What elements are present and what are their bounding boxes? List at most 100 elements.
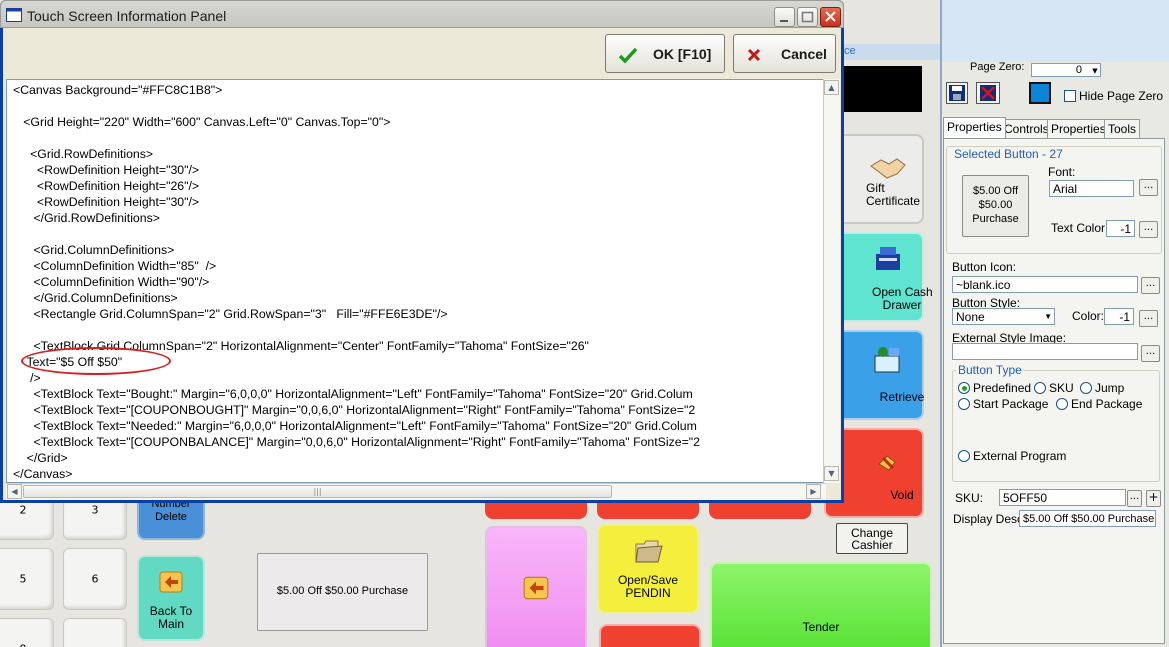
save-icon[interactable]	[946, 82, 968, 104]
ce-fragment: ce	[844, 45, 856, 57]
text-color-browse-button[interactable]: ...	[1139, 221, 1158, 238]
tab-controls[interactable]: Controls	[1000, 119, 1053, 138]
pink-back-button[interactable]	[485, 526, 587, 647]
radio-dot	[958, 398, 970, 410]
horizontal-scroll-thumb[interactable]: |||	[23, 485, 612, 498]
keypad-key-9[interactable]	[63, 618, 127, 647]
cash-register-icon	[876, 247, 900, 270]
scroll-left-arrow-icon[interactable]: ◀	[7, 484, 22, 499]
tab-label: Tools	[1108, 122, 1137, 136]
cancel-button[interactable]: Cancel	[733, 34, 836, 73]
tab-label: Controls	[1004, 122, 1049, 136]
tab-properties[interactable]: Properties	[943, 117, 1006, 138]
hide-page-zero-checkbox[interactable]: Hide Page Zero	[1064, 89, 1163, 103]
close-button[interactable]	[820, 7, 841, 27]
sku-browse-button[interactable]: ...	[1127, 490, 1142, 507]
sku-add-button[interactable]: +	[1146, 490, 1161, 507]
folder-icon	[635, 540, 663, 563]
type-jump-radio[interactable]: Jump	[1080, 381, 1124, 395]
scroll-down-arrow-icon[interactable]: ▼	[824, 466, 839, 481]
keypad-key-5[interactable]: 5	[0, 548, 54, 610]
radio-label: Predefined	[973, 381, 1032, 395]
external-style-field[interactable]	[952, 343, 1138, 360]
coupon-preview-button[interactable]: $5.00 Off $50.00 Purchase	[257, 553, 428, 631]
tender-button[interactable]: Tender	[710, 562, 932, 647]
plus-icon: +	[1148, 490, 1159, 504]
button-icon-browse-button[interactable]: ...	[1141, 277, 1160, 294]
open-save-label: Open/Save PENDIN	[617, 573, 679, 600]
sku-label: SKU:	[955, 491, 984, 505]
external-style-browse-button[interactable]: ...	[1141, 345, 1160, 362]
radio-dot	[1034, 382, 1046, 394]
retrieve-label: Retrieve	[879, 390, 925, 404]
selected-button-preview[interactable]: $5.00 Off $50.00 Purchase	[962, 175, 1029, 237]
horizontal-scrollbar[interactable]: ◀ ||| ▶	[6, 483, 826, 500]
red-tile-bottom[interactable]	[599, 624, 701, 647]
xml-line: </Grid.RowDefinitions>	[13, 211, 160, 225]
type-end-package-radio[interactable]: End Package	[1056, 397, 1142, 411]
font-browse-button[interactable]: ...	[1139, 179, 1158, 196]
scroll-right-arrow-icon[interactable]: ▶	[806, 484, 821, 499]
open-save-pending-button[interactable]: Open/Save PENDIN	[597, 524, 699, 614]
xml-line: <RowDefinition Height="30"/>	[13, 163, 200, 177]
key-label: 8	[0, 643, 53, 647]
coupon-preview-label: $5.00 Off $50.00 Purchase	[276, 585, 409, 597]
dialog-title-bar[interactable]: Touch Screen Information Panel	[0, 0, 844, 28]
back-to-main-button[interactable]: Back To Main	[137, 555, 205, 641]
chevron-down-icon[interactable]: ▼	[1044, 310, 1052, 324]
chevron-down-icon[interactable]: ▼	[1090, 66, 1100, 76]
sku-value: 5OFF50	[1003, 491, 1048, 505]
selected-button-preview-text: $5.00 Off $50.00 Purchase	[972, 185, 1019, 225]
back-to-main-label: Back To Main	[149, 604, 193, 631]
xml-line: </Grid.ColumnDefinitions>	[13, 291, 178, 305]
ok-button[interactable]: OK [F10]	[605, 34, 725, 73]
xml-line: <Grid.ColumnDefinitions>	[13, 243, 175, 257]
vertical-scrollbar[interactable]: ▲ ▼	[823, 79, 840, 483]
xml-line: </Canvas>	[13, 467, 73, 481]
type-start-package-radio[interactable]: Start Package	[958, 397, 1048, 411]
radio-label: Start Package	[973, 397, 1049, 411]
type-sku-radio[interactable]: SKU	[1034, 381, 1074, 395]
button-icon-field[interactable]: ~blank.ico	[952, 276, 1138, 293]
maximize-button[interactable]	[797, 7, 818, 27]
color-browse-button[interactable]: ...	[1139, 310, 1158, 327]
checkmark-icon	[618, 47, 638, 64]
change-cashier-button[interactable]: Change Cashier	[836, 523, 908, 554]
color-field[interactable]: -1	[1104, 308, 1134, 325]
xml-line	[13, 226, 700, 242]
keypad-key-6[interactable]: 6	[63, 548, 127, 610]
type-external-program-radio[interactable]: External Program	[958, 449, 1066, 463]
handshake-icon	[870, 158, 906, 179]
text-color-field[interactable]: -1	[1106, 220, 1135, 237]
button-style-select[interactable]: None ▼	[952, 308, 1055, 325]
xml-line: <Canvas Background="#FFC8C1B8">	[13, 83, 223, 97]
highlight-ellipse	[21, 347, 171, 375]
ellipsis-icon: ...	[1145, 346, 1156, 357]
font-field[interactable]: Arial	[1049, 180, 1134, 197]
scroll-up-arrow-icon[interactable]: ▲	[824, 80, 839, 95]
radio-label: External Program	[973, 449, 1067, 463]
xml-line: <TextBlock Text="[COUPONBALANCE]" Margin…	[13, 435, 700, 449]
xml-line	[13, 322, 700, 338]
button-style-value: None	[956, 310, 985, 324]
sku-field[interactable]: 5OFF50	[999, 489, 1126, 506]
xml-line: <ColumnDefinition Width="90"/>	[13, 275, 210, 289]
touch-screen-information-dialog: Touch Screen Information Panel OK [F10] …	[0, 0, 844, 503]
maximize-icon	[801, 11, 814, 23]
color-swatch[interactable]	[1029, 82, 1051, 104]
xml-editor[interactable]: <Canvas Background="#FFC8C1B8"> <Grid He…	[6, 79, 826, 483]
checkbox-box[interactable]	[1064, 90, 1076, 102]
dialog-title: Touch Screen Information Panel	[27, 8, 227, 24]
retrieve-icon	[874, 347, 900, 373]
type-predefined-radio[interactable]: Predefined	[958, 381, 1031, 395]
tab-tools[interactable]: Tools	[1104, 119, 1141, 138]
button-type-label: Button Type	[956, 363, 1024, 377]
selected-button-label: Selected Button - 27	[952, 147, 1065, 161]
minimize-button[interactable]	[774, 7, 795, 27]
display-desc-field[interactable]: $5.00 Off $50.00 Purchase	[1019, 510, 1156, 527]
xml-line	[13, 98, 700, 114]
keypad-key-8[interactable]: 8	[0, 618, 54, 647]
key-label: 5	[19, 572, 27, 586]
tab-properties-2[interactable]: Properties	[1047, 119, 1110, 138]
delete-icon[interactable]	[976, 82, 1000, 104]
